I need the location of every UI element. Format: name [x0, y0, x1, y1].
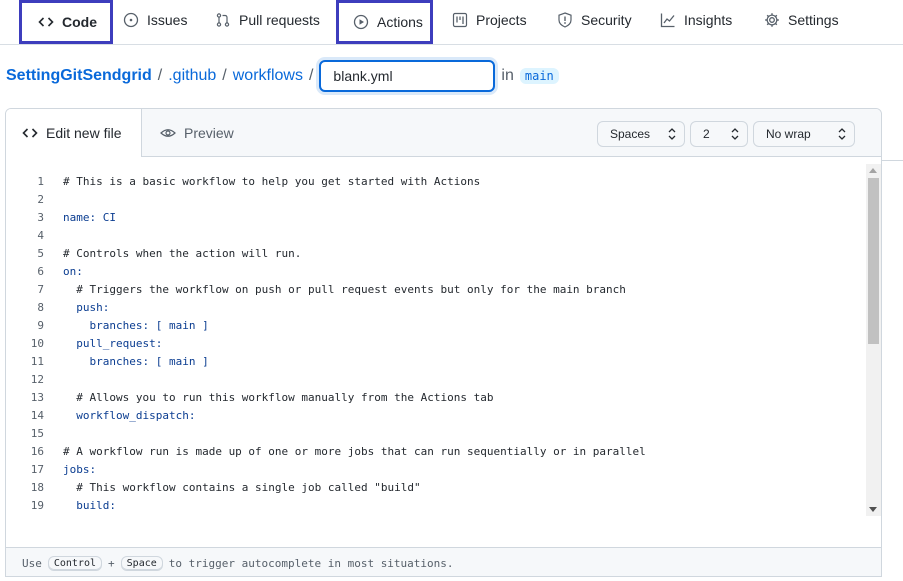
- graph-icon: [660, 12, 676, 28]
- hint-rest-text: to trigger autocomplete in most situatio…: [168, 556, 454, 570]
- kbd-control: Control: [47, 555, 103, 571]
- tab-security-label: Security: [581, 12, 632, 28]
- breadcrumb-separator: /: [222, 67, 227, 84]
- breadcrumb-separator: /: [157, 67, 163, 84]
- line-number: 2: [37, 193, 44, 206]
- play-icon: [353, 14, 369, 30]
- code-icon: [38, 14, 54, 30]
- line-number: 3: [37, 211, 44, 224]
- wrap-mode-select[interactable]: No wrap: [753, 121, 855, 147]
- indent-mode-select[interactable]: Spaces: [597, 121, 685, 147]
- code-line-text: # Allows you to run this workflow manual…: [63, 391, 494, 404]
- tab-code-label: Code: [62, 14, 97, 30]
- line-number: 6: [37, 265, 44, 278]
- kbd-space: Space: [120, 555, 163, 571]
- tab-actions-label: Actions: [377, 14, 423, 30]
- code-line-text: branches: [ main ]: [63, 319, 209, 332]
- line-number: 18: [30, 481, 44, 494]
- code-line-text: on:: [63, 265, 83, 278]
- wrap-mode-value: No wrap: [766, 127, 811, 141]
- line-number: 12: [30, 373, 44, 386]
- code-line-text: name: CI: [63, 211, 116, 224]
- gear-icon: [764, 12, 780, 28]
- indent-size-value: 2: [703, 127, 710, 141]
- line-number: 11: [30, 355, 44, 368]
- code-line-text: # This is a basic workflow to help you g…: [63, 175, 481, 188]
- tab-insights[interactable]: Insights: [660, 0, 732, 40]
- tab-preview[interactable]: Preview: [160, 109, 234, 157]
- line-number: 8: [37, 301, 44, 314]
- tab-pull-requests-label: Pull requests: [239, 12, 320, 28]
- line-number: 10: [30, 337, 44, 350]
- code-line-text: workflow_dispatch:: [63, 409, 196, 422]
- tab-pull-requests[interactable]: Pull requests: [215, 0, 320, 40]
- scroll-up-arrow-icon[interactable]: [869, 168, 877, 173]
- breadcrumb: SettingGitSendgrid / .github / workflows…: [6, 60, 559, 92]
- code-line-text: # Controls when the action will run.: [63, 247, 302, 260]
- code-line-text: branches: [ main ]: [63, 355, 209, 368]
- editor-footer-hint: Use Control + Space to trigger autocompl…: [6, 547, 881, 576]
- tab-preview-label: Preview: [184, 125, 234, 141]
- code-line-text: jobs:: [63, 463, 97, 476]
- filename-input[interactable]: [319, 60, 496, 92]
- line-number: 19: [30, 499, 44, 512]
- eye-icon: [160, 125, 176, 141]
- indent-size-select[interactable]: 2: [690, 121, 748, 147]
- code-line-text: build:: [63, 499, 116, 512]
- branch-name-badge[interactable]: main: [519, 68, 559, 84]
- code-line-text: push:: [63, 301, 110, 314]
- editor-toolbar: Edit new file Preview Spaces 2 No wrap: [6, 109, 881, 157]
- line-number: 7: [37, 283, 44, 296]
- scroll-down-arrow-icon[interactable]: [869, 507, 877, 512]
- line-number: 13: [30, 391, 44, 404]
- breadcrumb-separator: /: [308, 67, 314, 84]
- file-editor: Edit new file Preview Spaces 2 No wrap 1…: [5, 108, 882, 577]
- scrollbar-thumb[interactable]: [868, 178, 879, 344]
- code-line-text: # This workflow contains a single job ca…: [63, 481, 421, 494]
- line-number: 14: [30, 409, 44, 422]
- issue-opened-icon: [123, 12, 139, 28]
- select-caret-icon: [731, 128, 739, 140]
- tab-actions[interactable]: Actions: [336, 0, 433, 44]
- hint-plus-text: +: [108, 556, 115, 570]
- line-number: 15: [30, 427, 44, 440]
- breadcrumb-workflows-folder-link[interactable]: workflows: [233, 67, 303, 85]
- line-number: 16: [30, 445, 44, 458]
- tab-projects-label: Projects: [476, 12, 527, 28]
- shield-icon: [557, 12, 573, 28]
- vertical-scrollbar[interactable]: [866, 164, 881, 516]
- tab-edit-new-file[interactable]: Edit new file: [6, 109, 142, 157]
- tab-settings[interactable]: Settings: [764, 0, 839, 40]
- project-icon: [452, 12, 468, 28]
- in-branch-label: in: [501, 67, 514, 84]
- code-line-text: pull_request:: [63, 337, 163, 350]
- line-number: 1: [37, 175, 44, 188]
- code-icon: [22, 125, 38, 141]
- tab-issues-label: Issues: [147, 12, 188, 28]
- select-caret-icon: [838, 128, 846, 140]
- line-number: 17: [30, 463, 44, 476]
- hint-use-text: Use: [22, 556, 42, 570]
- tab-issues[interactable]: Issues: [123, 0, 187, 40]
- tab-edit-new-file-label: Edit new file: [46, 125, 122, 141]
- tab-code[interactable]: Code: [19, 0, 113, 44]
- breadcrumb-repo-link[interactable]: SettingGitSendgrid: [6, 67, 152, 85]
- tab-settings-label: Settings: [788, 12, 839, 28]
- select-caret-icon: [668, 128, 676, 140]
- header-divider: [882, 108, 903, 161]
- code-line-text: # Triggers the workflow on push or pull …: [63, 283, 626, 296]
- git-pull-request-icon: [215, 12, 231, 28]
- code-editor[interactable]: 1 # This is a basic workflow to help you …: [6, 157, 866, 547]
- indent-mode-value: Spaces: [610, 127, 651, 141]
- repo-nav: Code Issues Pull requests Actions Projec…: [0, 0, 903, 45]
- code-line-text: # A workflow run is made up of one or mo…: [63, 445, 646, 458]
- line-number: 9: [37, 319, 44, 332]
- tab-projects[interactable]: Projects: [452, 0, 527, 40]
- tab-security[interactable]: Security: [557, 0, 632, 40]
- breadcrumb-github-folder-link[interactable]: .github: [168, 67, 216, 85]
- tab-insights-label: Insights: [684, 12, 733, 28]
- line-number: 5: [37, 247, 44, 260]
- line-number: 4: [37, 229, 44, 242]
